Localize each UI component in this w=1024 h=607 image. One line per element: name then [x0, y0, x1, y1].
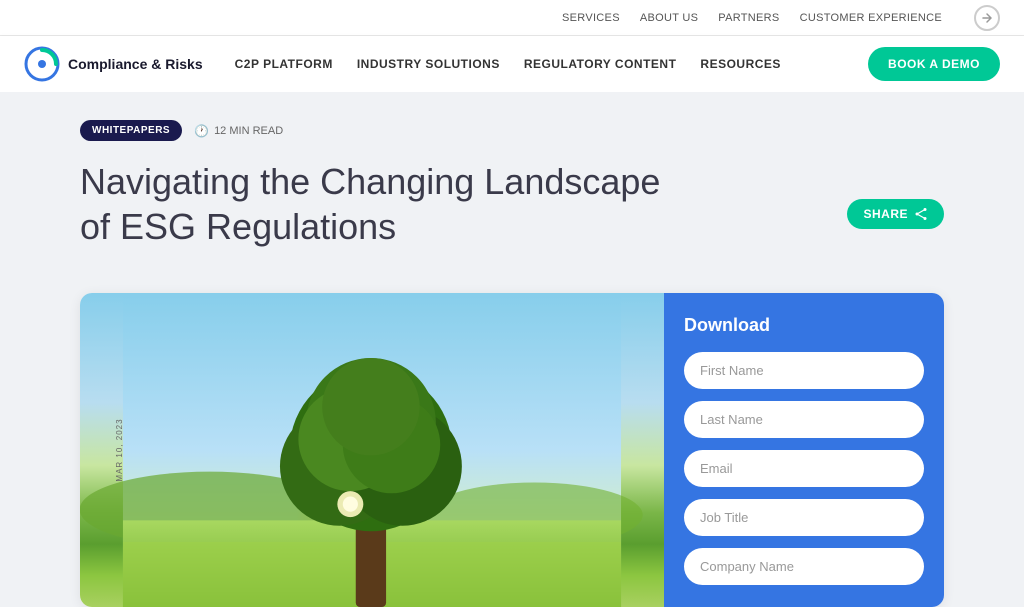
email-input[interactable] — [684, 450, 924, 487]
title-row: Navigating the Changing Landscape of ESG… — [80, 159, 944, 269]
services-link[interactable]: SERVICES — [562, 12, 620, 24]
about-us-link[interactable]: ABOUT US — [640, 12, 698, 24]
partners-link[interactable]: PARTNERS — [718, 12, 779, 24]
share-icon — [914, 207, 928, 221]
regulatory-content-link[interactable]: REGULATORY CONTENT — [524, 57, 677, 71]
customer-experience-link[interactable]: CUSTOMER EXPERIENCE — [800, 12, 942, 24]
industry-solutions-link[interactable]: INDUSTRY SOLUTIONS — [357, 57, 500, 71]
tree-image — [80, 293, 664, 607]
top-nav: SERVICES ABOUT US PARTNERS CUSTOMER EXPE… — [0, 0, 1024, 36]
book-demo-button[interactable]: BOOK A DEMO — [868, 47, 1000, 81]
main-nav: Compliance & Risks C2P PLATFORM INDUSTRY… — [0, 36, 1024, 92]
badges-row: WHITEPAPERS 🕐 12 MIN READ — [80, 120, 944, 141]
read-time-badge: 🕐 12 MIN READ — [194, 124, 283, 138]
logo-icon — [24, 46, 60, 82]
company-name-input[interactable] — [684, 548, 924, 585]
page-title: Navigating the Changing Landscape of ESG… — [80, 159, 680, 249]
logo-text: Compliance & Risks — [68, 56, 203, 72]
main-nav-links: C2P PLATFORM INDUSTRY SOLUTIONS REGULATO… — [235, 57, 868, 71]
resources-link[interactable]: RESOURCES — [700, 57, 781, 71]
content-area: WHITEPAPERS 🕐 12 MIN READ Navigating the… — [0, 92, 1024, 607]
share-button[interactable]: SHARE — [847, 199, 944, 229]
top-nav-links: SERVICES ABOUT US PARTNERS CUSTOMER EXPE… — [562, 5, 1000, 31]
whitepapers-badge: WHITEPAPERS — [80, 120, 182, 141]
form-title: Download — [684, 315, 924, 336]
share-label: SHARE — [863, 207, 908, 221]
card-row: MAR 10, 2023 — [80, 293, 944, 607]
logo-area[interactable]: Compliance & Risks — [24, 46, 203, 82]
last-name-input[interactable] — [684, 401, 924, 438]
c2p-platform-link[interactable]: C2P PLATFORM — [235, 57, 333, 71]
image-section: MAR 10, 2023 — [80, 293, 664, 607]
first-name-input[interactable] — [684, 352, 924, 389]
tree-svg — [80, 293, 664, 607]
clock-icon: 🕐 — [194, 124, 209, 138]
job-title-input[interactable] — [684, 499, 924, 536]
read-time-text: 12 MIN READ — [214, 125, 283, 137]
date-label: MAR 10, 2023 — [115, 418, 124, 481]
nav-arrow-button[interactable] — [974, 5, 1000, 31]
form-section: Download — [664, 293, 944, 607]
